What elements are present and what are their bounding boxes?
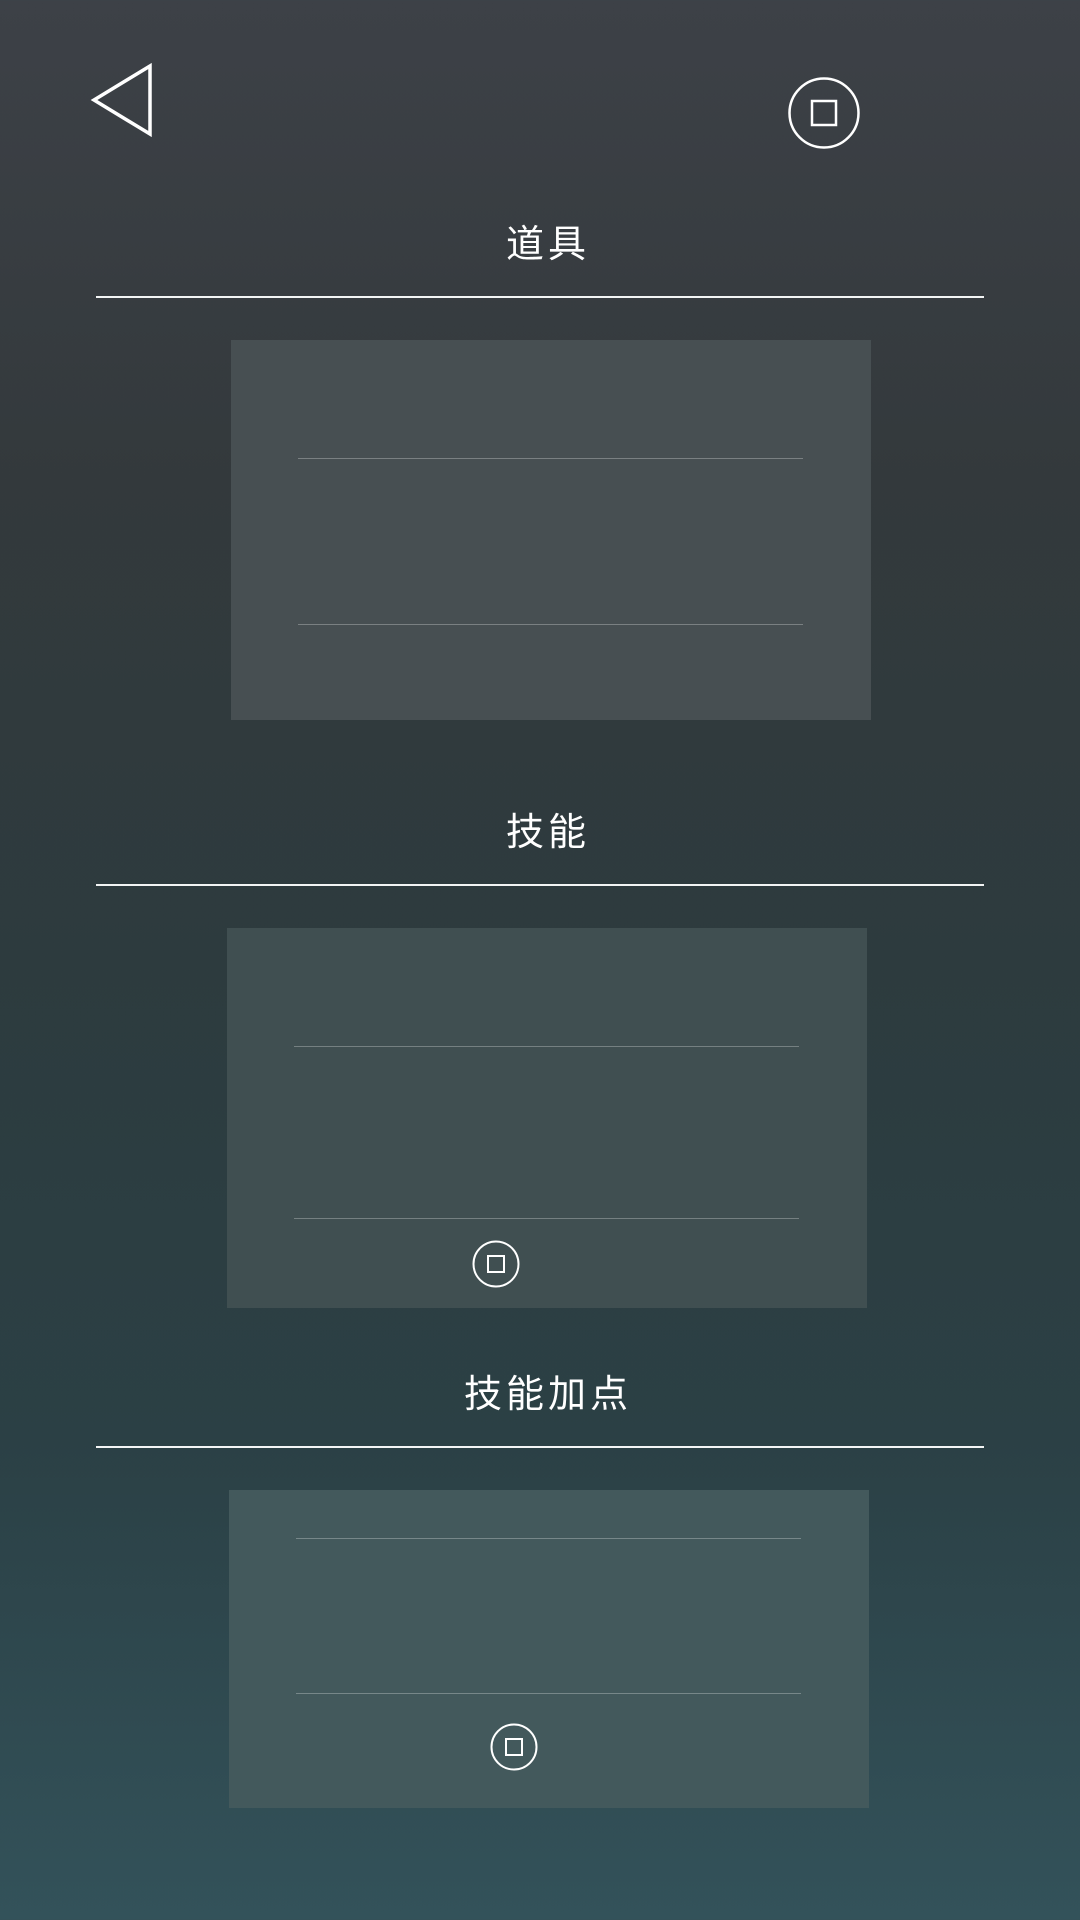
circle-square-icon	[472, 1240, 520, 1288]
circle-square-icon	[490, 1723, 538, 1771]
panel-divider	[298, 624, 803, 625]
items-panel	[231, 340, 871, 720]
top-action-button[interactable]	[788, 77, 860, 149]
panel-divider	[298, 458, 803, 459]
panel-divider	[296, 1693, 801, 1694]
section-divider	[96, 1446, 984, 1448]
circle-square-icon	[788, 77, 860, 149]
section-title-items: 道具	[505, 222, 590, 266]
back-button[interactable]	[88, 62, 158, 138]
panel-divider	[294, 1218, 799, 1219]
panel-divider	[294, 1046, 799, 1047]
section-title-skill-points: 技能加点	[463, 1372, 632, 1416]
section-divider	[96, 884, 984, 886]
skill-points-action-button[interactable]	[490, 1723, 538, 1771]
panel-divider	[296, 1538, 801, 1539]
back-triangle-icon	[90, 62, 152, 138]
skills-action-button[interactable]	[472, 1240, 520, 1288]
section-title-skills: 技能	[505, 810, 590, 854]
skills-panel	[227, 928, 867, 1308]
skill-points-panel	[229, 1490, 869, 1808]
section-divider	[96, 296, 984, 298]
